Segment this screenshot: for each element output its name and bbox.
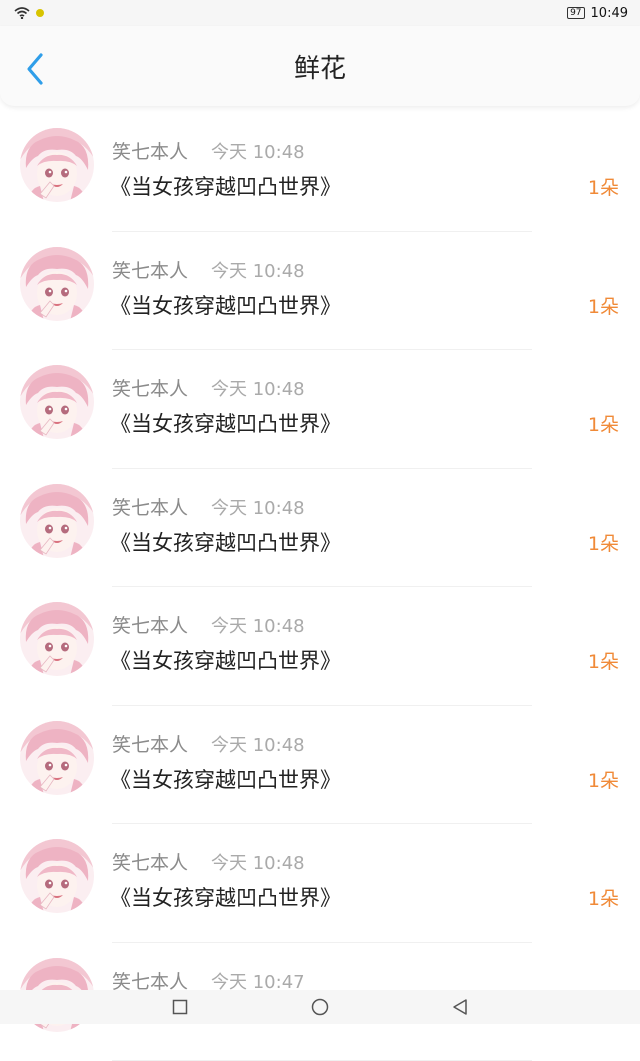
status-left: [14, 4, 44, 23]
back-triangle-icon: [452, 998, 468, 1016]
flower-count: 1朵: [588, 647, 619, 674]
page-title: 鲜花: [0, 52, 640, 86]
flower-count: 1朵: [588, 292, 619, 319]
battery-icon: 97: [567, 7, 584, 19]
avatar[interactable]: [20, 602, 94, 676]
recents-square-icon: [172, 999, 188, 1015]
app-header: 鲜花: [0, 26, 640, 106]
wifi-icon: [14, 4, 30, 23]
avatar[interactable]: [20, 365, 94, 439]
book-title[interactable]: 《当女孩穿越凹凸世界》: [110, 171, 341, 201]
avatar[interactable]: [20, 247, 94, 321]
avatar[interactable]: [20, 721, 94, 795]
flower-record-row[interactable]: 笑七本人 今天 10:48 《当女孩穿越凹凸世界》 1朵: [0, 469, 640, 588]
flower-record-row[interactable]: 笑七本人 今天 10:48 《当女孩穿越凹凸世界》 1朵: [0, 706, 640, 825]
timestamp: 今天 10:48: [211, 731, 305, 757]
book-title[interactable]: 《当女孩穿越凹凸世界》: [110, 527, 341, 557]
timestamp: 今天 10:48: [211, 494, 305, 520]
flower-record-row[interactable]: 笑七本人 今天 10:48 《当女孩穿越凹凸世界》 1朵: [0, 113, 640, 232]
status-right: 97 10:49: [567, 6, 628, 21]
timestamp: 今天 10:48: [211, 375, 305, 401]
user-name[interactable]: 笑七本人: [112, 256, 188, 283]
recents-button[interactable]: [160, 990, 200, 1024]
flower-record-row[interactable]: 笑七本人 今天 10:48 《当女孩穿越凹凸世界》 1朵: [0, 824, 640, 943]
flower-count: 1朵: [588, 410, 619, 437]
book-title[interactable]: 《当女孩穿越凹凸世界》: [110, 408, 341, 438]
clock: 10:49: [591, 6, 628, 21]
book-title[interactable]: 《当女孩穿越凹凸世界》: [110, 882, 341, 912]
timestamp: 今天 10:48: [211, 138, 305, 164]
flower-record-row[interactable]: 笑七本人 今天 10:48 《当女孩穿越凹凸世界》 1朵: [0, 587, 640, 706]
user-name[interactable]: 笑七本人: [112, 848, 188, 875]
avatar[interactable]: [20, 484, 94, 558]
flower-count: 1朵: [588, 173, 619, 200]
flower-record-row[interactable]: 笑七本人 今天 10:48 《当女孩穿越凹凸世界》 1朵: [0, 232, 640, 351]
timestamp: 今天 10:48: [211, 612, 305, 638]
notification-icon: [36, 9, 44, 17]
nav-back-button[interactable]: [440, 990, 480, 1024]
home-button[interactable]: [300, 990, 340, 1024]
flower-count: 1朵: [588, 529, 619, 556]
book-title[interactable]: 《当女孩穿越凹凸世界》: [110, 645, 341, 675]
avatar[interactable]: [20, 839, 94, 913]
timestamp: 今天 10:48: [211, 257, 305, 283]
user-name[interactable]: 笑七本人: [112, 611, 188, 638]
timestamp: 今天 10:48: [211, 849, 305, 875]
user-name[interactable]: 笑七本人: [112, 374, 188, 401]
status-bar: 97 10:49: [0, 0, 640, 26]
system-nav-bar: [0, 990, 640, 1024]
book-title[interactable]: 《当女孩穿越凹凸世界》: [110, 764, 341, 794]
flower-count: 1朵: [588, 884, 619, 911]
user-name[interactable]: 笑七本人: [112, 493, 188, 520]
book-title[interactable]: 《当女孩穿越凹凸世界》: [110, 290, 341, 320]
avatar[interactable]: [20, 128, 94, 202]
flower-count: 1朵: [588, 766, 619, 793]
user-name[interactable]: 笑七本人: [112, 137, 188, 164]
flower-record-list[interactable]: 笑七本人 今天 10:48 《当女孩穿越凹凸世界》 1朵 笑七本人 今天 10:…: [0, 113, 640, 1061]
home-circle-icon: [311, 998, 329, 1016]
user-name[interactable]: 笑七本人: [112, 730, 188, 757]
flower-record-row[interactable]: 笑七本人 今天 10:48 《当女孩穿越凹凸世界》 1朵: [0, 350, 640, 469]
